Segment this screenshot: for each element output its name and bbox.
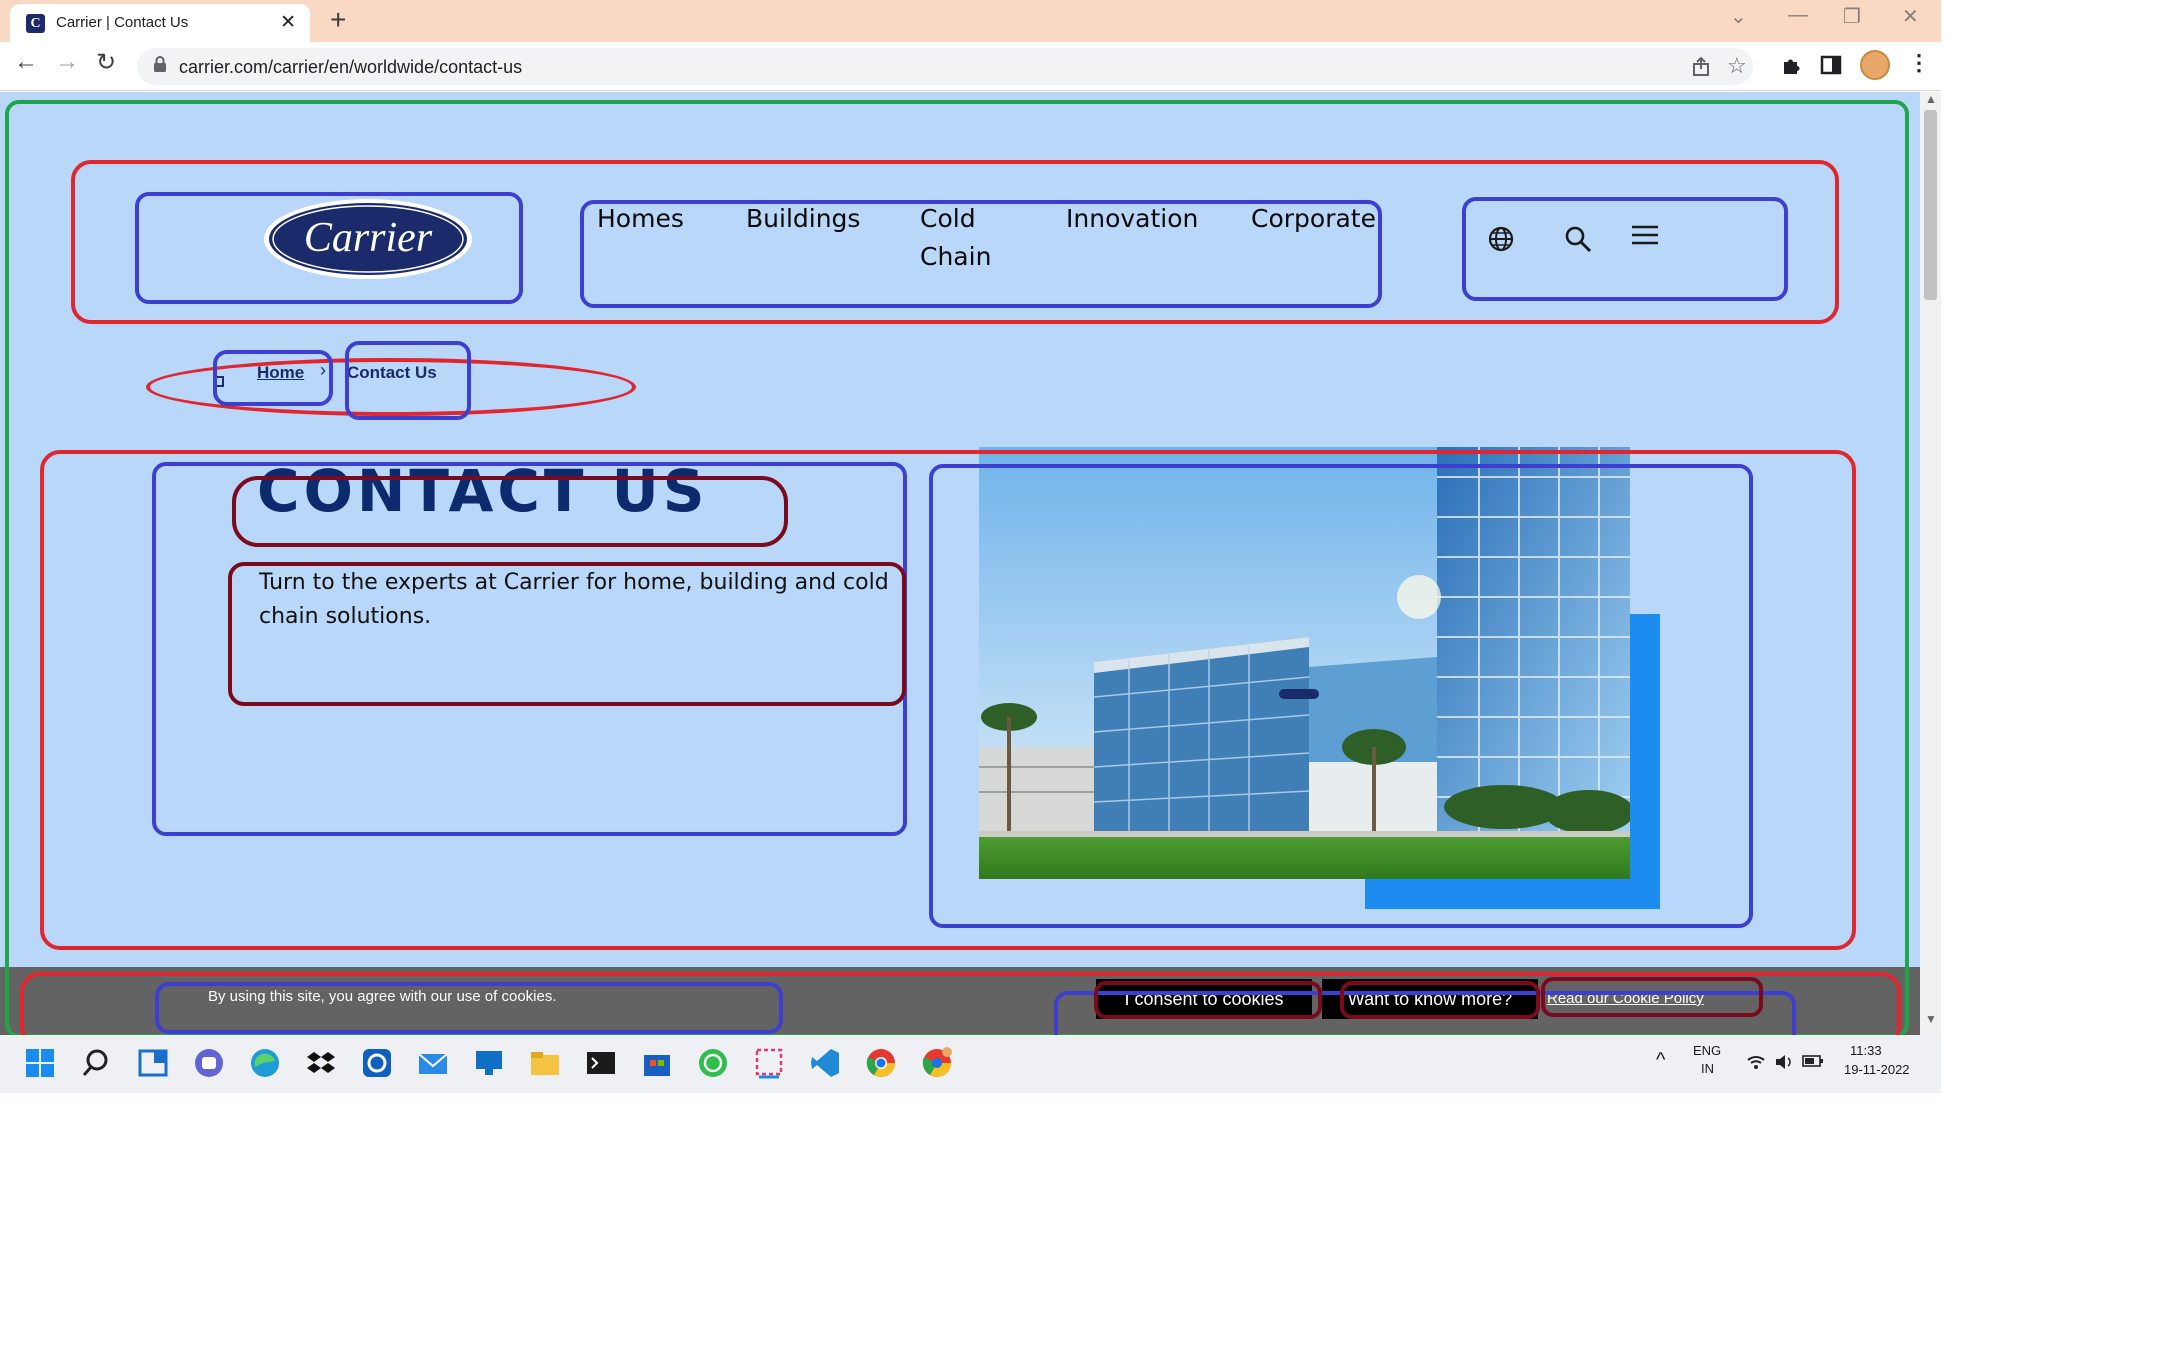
profile-avatar[interactable] bbox=[1860, 50, 1890, 80]
lock-icon bbox=[154, 56, 166, 72]
logo-text: Carrier bbox=[304, 215, 433, 261]
maximize-button[interactable]: ❐ bbox=[1843, 4, 1861, 29]
language-top[interactable]: ENG bbox=[1693, 1043, 1721, 1058]
edge-icon[interactable] bbox=[249, 1047, 281, 1079]
page-title: CONTACT US bbox=[257, 457, 709, 525]
nav-buildings[interactable]: Buildings bbox=[746, 200, 860, 238]
language-bottom[interactable]: IN bbox=[1701, 1061, 1714, 1076]
globe-icon[interactable] bbox=[1486, 224, 1516, 254]
cookie-message: By using this site, you agree with our u… bbox=[208, 988, 557, 1005]
url-text: carrier.com/carrier/en/worldwide/contact… bbox=[179, 57, 523, 77]
carrier-logo[interactable]: Carrier bbox=[260, 196, 476, 282]
blue-app-icon[interactable] bbox=[361, 1047, 393, 1079]
breadcrumb-home-link[interactable]: Home bbox=[257, 363, 304, 383]
page-scrollbar[interactable]: ▲ ▼ bbox=[1920, 92, 1941, 1035]
tab-contact-us[interactable]: C Carrier | Contact Us ✕ bbox=[10, 4, 310, 42]
tab-strip: C Carrier | Contact Us ✕ + ⌄ — ❐ ✕ bbox=[0, 0, 1941, 42]
nav-homes[interactable]: Homes bbox=[597, 200, 684, 238]
nav-innovation[interactable]: Innovation bbox=[1066, 200, 1198, 238]
breadcrumb-home-icon bbox=[215, 376, 224, 387]
side-panel-icon[interactable] bbox=[1820, 54, 1842, 76]
clock-time[interactable]: 11:33 bbox=[1850, 1043, 1882, 1058]
know-more-button[interactable]: Want to know more? bbox=[1322, 979, 1538, 1019]
breadcrumb-separator-icon: › bbox=[320, 360, 326, 380]
windows-start-icon[interactable] bbox=[24, 1047, 56, 1079]
vscode-icon[interactable] bbox=[809, 1047, 841, 1079]
tab-search-icon[interactable]: ⌄ bbox=[1730, 4, 1747, 29]
minimize-button[interactable]: — bbox=[1788, 4, 1808, 27]
nav-cold-chain[interactable]: Cold Chain bbox=[920, 200, 1000, 276]
clock-date[interactable]: 19-11-2022 bbox=[1844, 1062, 1910, 1077]
teams-chat-icon[interactable] bbox=[193, 1047, 225, 1079]
share-icon[interactable] bbox=[1691, 56, 1713, 78]
back-button[interactable]: ← bbox=[14, 48, 38, 76]
hero-building-image bbox=[979, 447, 1630, 879]
dropbox-icon[interactable] bbox=[305, 1047, 337, 1079]
browser-window: C Carrier | Contact Us ✕ + ⌄ — ❐ ✕ ← → ↻… bbox=[0, 0, 1941, 1093]
whatsapp-icon[interactable] bbox=[697, 1047, 729, 1079]
address-bar[interactable]: carrier.com/carrier/en/worldwide/contact… bbox=[137, 48, 1753, 85]
file-explorer-icon[interactable] bbox=[529, 1047, 561, 1079]
scroll-down-arrow-icon[interactable]: ▼ bbox=[1925, 1012, 1937, 1026]
terminal-icon[interactable] bbox=[585, 1047, 617, 1079]
tray-overflow-icon[interactable]: ^ bbox=[1656, 1049, 1665, 1072]
scroll-up-arrow-icon[interactable]: ▲ bbox=[1925, 92, 1937, 106]
widgets-icon[interactable] bbox=[137, 1047, 169, 1079]
microsoft-store-icon[interactable] bbox=[641, 1047, 673, 1079]
browser-toolbar: ← → ↻ carrier.com/carrier/en/worldwide/c… bbox=[0, 42, 1941, 91]
reload-button[interactable]: ↻ bbox=[96, 48, 116, 77]
new-tab-button[interactable]: + bbox=[330, 4, 346, 36]
remote-desktop-icon[interactable] bbox=[473, 1047, 505, 1079]
tab-close-icon[interactable]: ✕ bbox=[280, 11, 296, 34]
extensions-icon[interactable] bbox=[1780, 54, 1802, 76]
windows-taskbar: ^ ENG IN 11:33 19-11-2022 bbox=[0, 1035, 1941, 1093]
page-subtitle: Turn to the experts at Carrier for home,… bbox=[259, 570, 889, 629]
breadcrumb-current: Contact Us bbox=[347, 363, 437, 382]
taskbar-search-icon[interactable] bbox=[80, 1047, 112, 1079]
scroll-thumb[interactable] bbox=[1924, 110, 1937, 300]
tab-title: Carrier | Contact Us bbox=[56, 14, 189, 31]
snipping-tool-icon[interactable] bbox=[753, 1047, 785, 1079]
carrier-favicon-icon: C bbox=[26, 14, 45, 33]
volume-icon[interactable] bbox=[1774, 1053, 1794, 1071]
wifi-icon[interactable] bbox=[1746, 1053, 1766, 1071]
cookie-policy-link[interactable]: Read our Cookie Policy bbox=[1547, 990, 1704, 1007]
chrome-profile-icon[interactable] bbox=[921, 1047, 953, 1079]
battery-icon[interactable] bbox=[1802, 1053, 1824, 1069]
hamburger-menu-icon[interactable] bbox=[1630, 220, 1660, 250]
chrome-icon[interactable] bbox=[865, 1047, 897, 1079]
page-viewport: Carrier Homes Buildings Cold Chain Innov… bbox=[0, 92, 1920, 1035]
star-icon[interactable]: ☆ bbox=[1727, 53, 1747, 79]
forward-button[interactable]: → bbox=[55, 48, 79, 76]
close-window-button[interactable]: ✕ bbox=[1902, 4, 1919, 29]
menu-icon[interactable]: ⋮ bbox=[1908, 50, 1930, 76]
search-icon[interactable] bbox=[1563, 224, 1593, 254]
nav-corporate[interactable]: Corporate bbox=[1251, 200, 1376, 238]
consent-cookies-button[interactable]: I consent to cookies bbox=[1096, 979, 1312, 1019]
mail-icon[interactable] bbox=[417, 1047, 449, 1079]
